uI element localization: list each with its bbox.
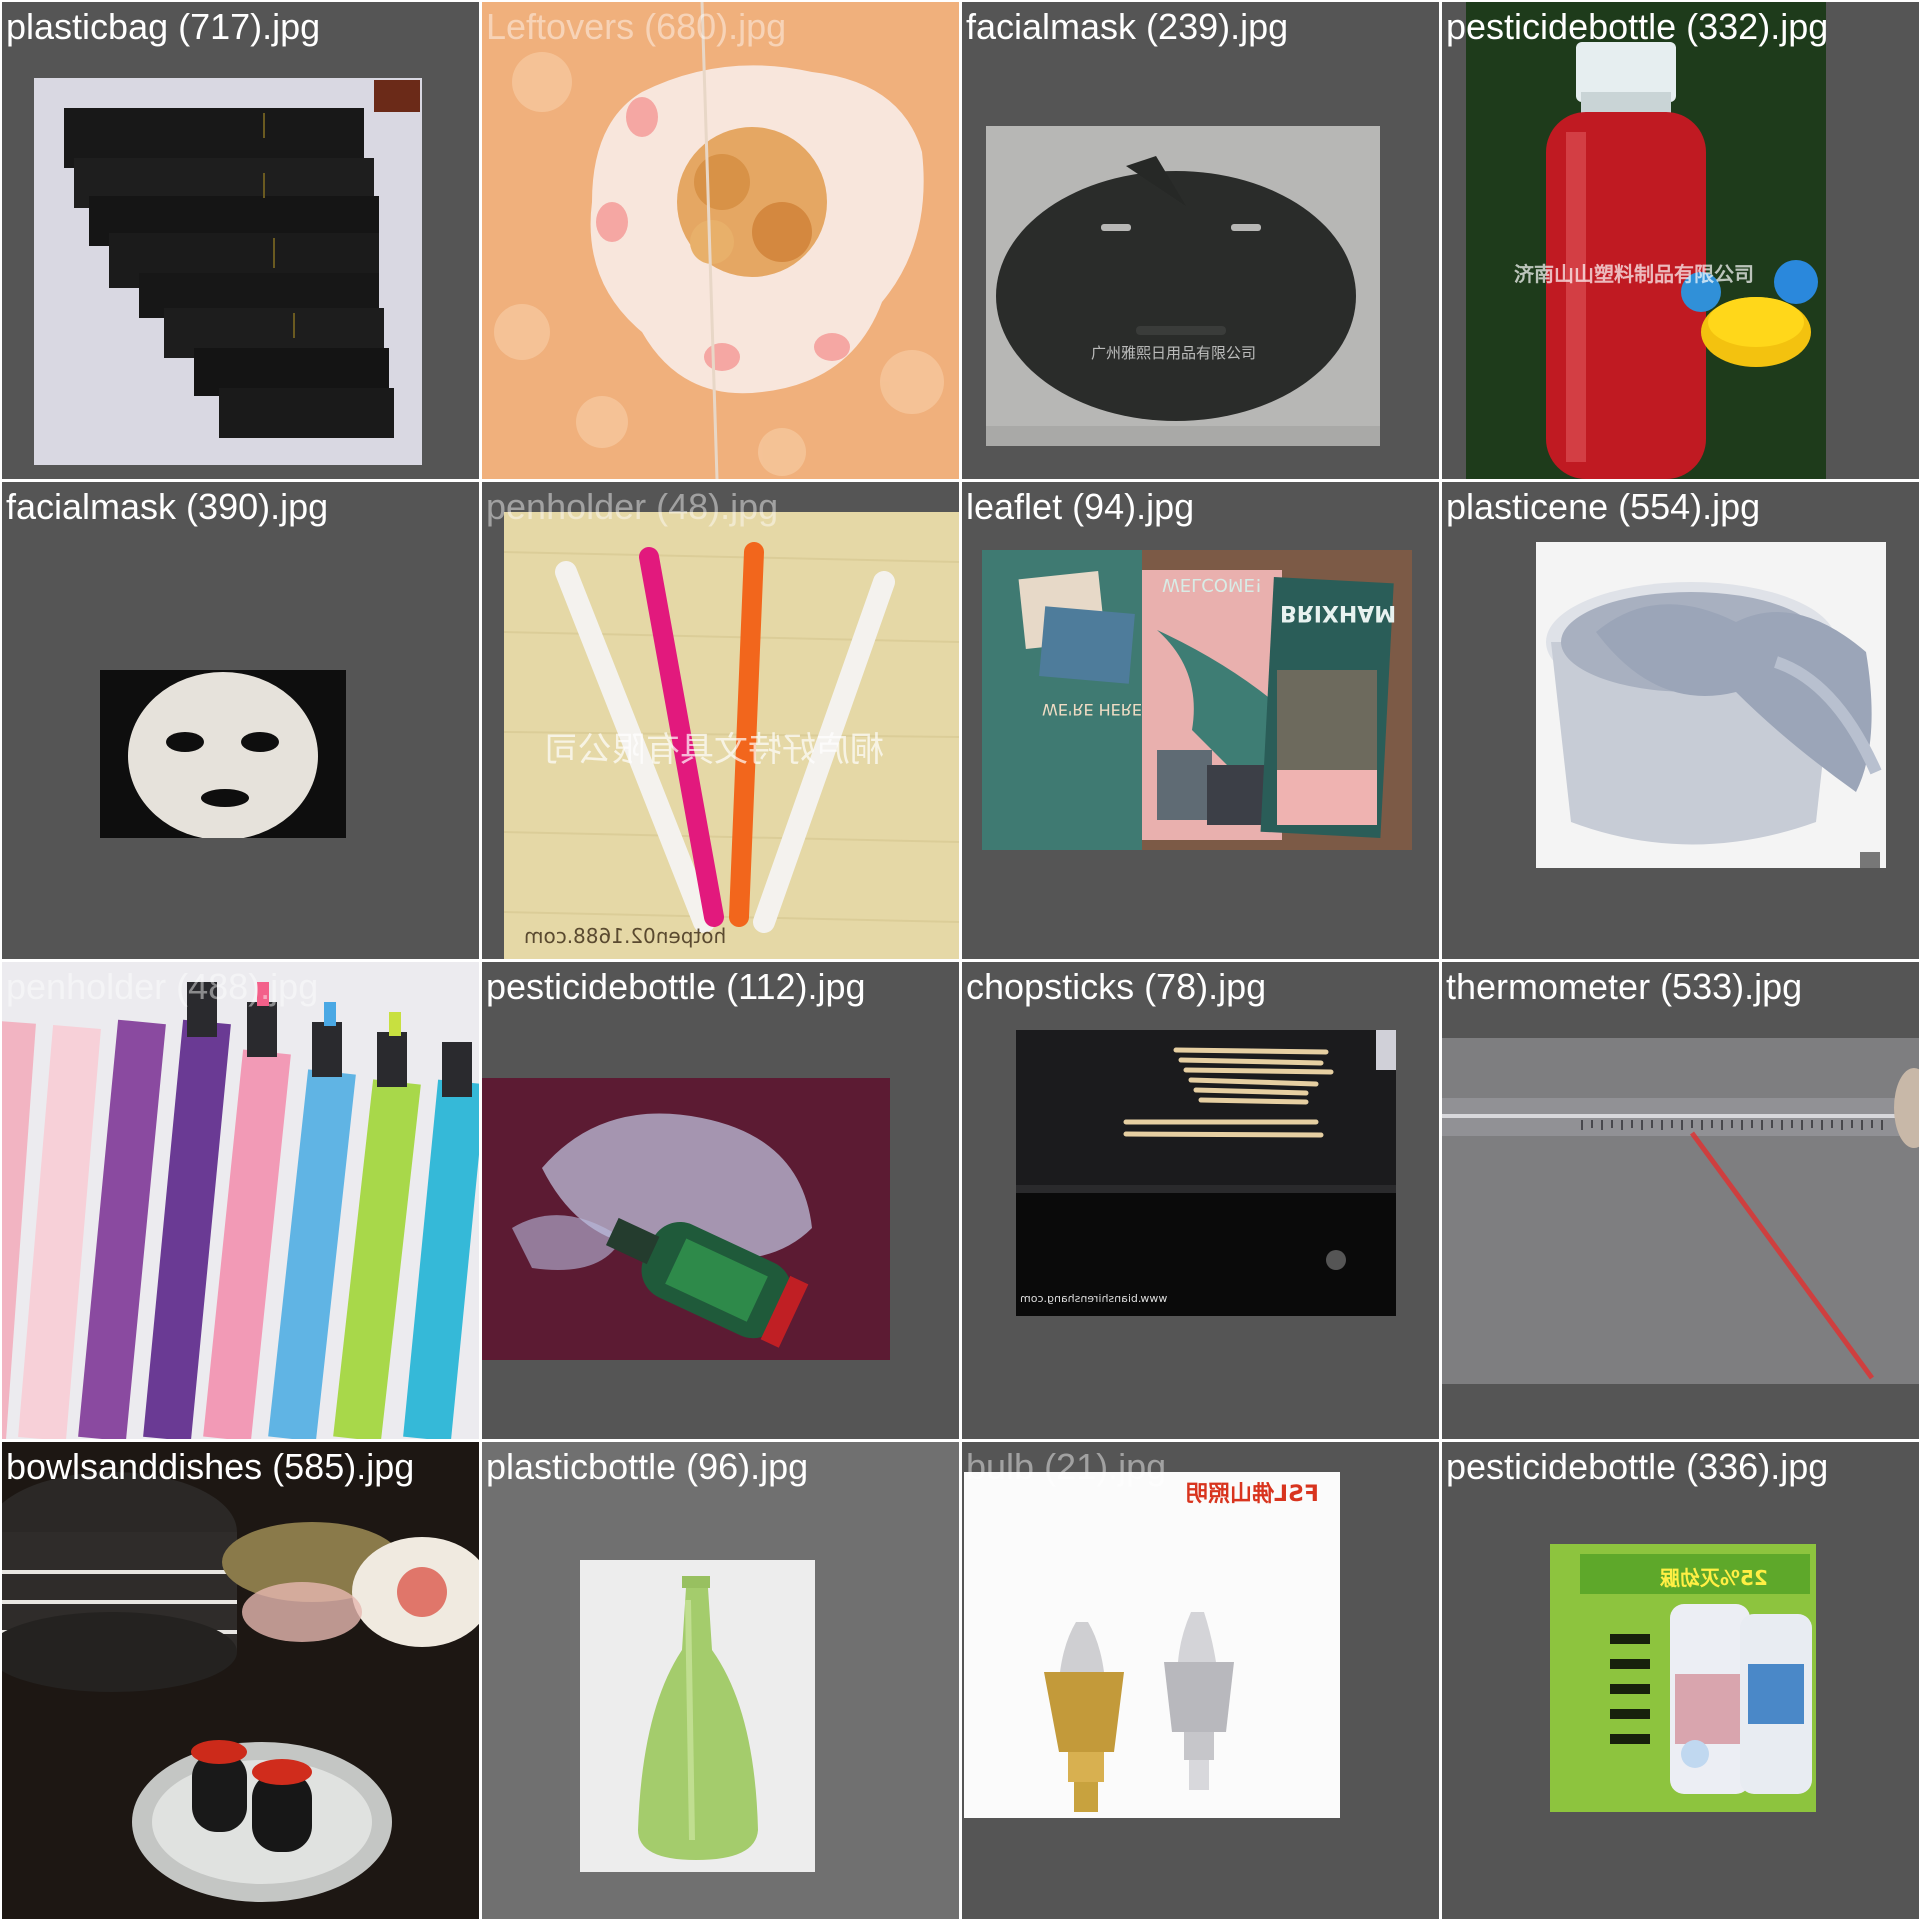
tile-bowlsanddishes-585[interactable]: bowlsanddishes (585).jpg <box>2 1442 479 1919</box>
tile-caption: facialmask (239).jpg <box>966 6 1289 47</box>
tile-plasticene-554[interactable]: plasticene (554).jpg <box>1442 482 1919 959</box>
pesticidebottle-photo <box>482 1078 890 1360</box>
penholder-photo <box>2 962 479 1439</box>
plasticbag-photo <box>34 78 422 465</box>
pesticidebottle-photo: 25%灭幼脲 <box>1550 1544 1816 1812</box>
tile-caption: penholder (48).jpg <box>486 486 779 527</box>
tile-caption: pesticidebottle (336).jpg <box>1446 1446 1829 1487</box>
bulb-photo: FSL佛山照明 <box>964 1472 1340 1818</box>
tile-pesticidebottle-112[interactable]: pesticidebottle (112).jpg <box>482 962 959 1439</box>
plasticene-photo <box>1536 542 1886 868</box>
leaflet-photo: WELCOME! BRIXHAM WE'RE HERE <box>982 550 1412 850</box>
plasticbottle-photo <box>580 1560 815 1872</box>
tile-caption: leaflet (94).jpg <box>966 486 1195 527</box>
tile-caption: facialmask (390).jpg <box>6 486 329 527</box>
tile-caption: bulb (21).jpg <box>966 1446 1167 1487</box>
tile-leaflet-94[interactable]: WELCOME! BRIXHAM WE'RE HERE leaflet (94)… <box>962 482 1439 959</box>
penholder-photo: 桐庐好特文具有限公司 hotpen02.1688.com <box>504 512 959 959</box>
tile-caption: Leftovers (680).jpg <box>486 6 787 47</box>
tile-pesticidebottle-332[interactable]: 济南山山塑料制品有限公司 pesticidebottle (332).jpg <box>1442 2 1919 479</box>
tile-caption: penholder (488).jpg <box>6 966 319 1007</box>
tile-caption: pesticidebottle (112).jpg <box>486 966 866 1007</box>
tile-thermometer-533[interactable]: thermometer (533).jpg <box>1442 962 1919 1439</box>
leftovers-photo <box>482 2 959 479</box>
tile-penholder-48[interactable]: 桐庐好特文具有限公司 hotpen02.1688.com penholder (… <box>482 482 959 959</box>
tile-caption: thermometer (533).jpg <box>1446 966 1803 1007</box>
tile-pesticidebottle-336[interactable]: 25%灭幼脲 pesticidebottle (336).jpg <box>1442 1442 1919 1919</box>
tile-caption: plasticbottle (96).jpg <box>486 1446 809 1487</box>
tile-leftovers-680[interactable]: Leftovers (680).jpg <box>482 2 959 479</box>
facialmask-photo <box>100 670 346 838</box>
tile-caption: chopsticks (78).jpg <box>966 966 1267 1007</box>
tile-plasticbottle-96[interactable]: plasticbottle (96).jpg <box>482 1442 959 1919</box>
tile-facialmask-239[interactable]: 广州雅熙日用品有限公司 facialmask (239).jpg <box>962 2 1439 479</box>
tile-caption: bowlsanddishes (585).jpg <box>6 1446 415 1487</box>
bowlsanddishes-photo <box>2 1442 479 1919</box>
pesticidebottle-photo: 济南山山塑料制品有限公司 <box>1466 2 1826 479</box>
thermometer-photo <box>1442 1038 1919 1384</box>
tile-caption: plasticbag (717).jpg <box>6 6 321 47</box>
tile-caption: plasticene (554).jpg <box>1446 486 1761 527</box>
facialmask-photo: 广州雅熙日用品有限公司 <box>986 126 1380 446</box>
tile-plasticbag-717[interactable]: plasticbag (717).jpg <box>2 2 479 479</box>
tile-bulb-21[interactable]: FSL佛山照明 bulb (21).jpg <box>962 1442 1439 1919</box>
tile-chopsticks-78[interactable]: www.bianshirenshang.com chopsticks (78).… <box>962 962 1439 1439</box>
chopsticks-photo: www.bianshirenshang.com <box>1016 1030 1396 1316</box>
image-grid: plasticbag (717).jpg Leftovers (680).jpg <box>0 0 1920 1920</box>
tile-facialmask-390[interactable]: facialmask (390).jpg <box>2 482 479 959</box>
tile-caption: pesticidebottle (332).jpg <box>1446 6 1829 47</box>
tile-penholder-488[interactable]: penholder (488).jpg <box>2 962 479 1439</box>
